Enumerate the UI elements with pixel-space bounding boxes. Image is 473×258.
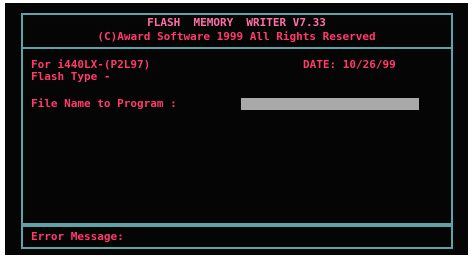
copyright-line: (C)Award Software 1999 All Rights Reserv…	[97, 30, 376, 43]
app-title: FLASH MEMORY WRITER V7.33	[147, 16, 326, 29]
error-message-label: Error Message:	[31, 230, 124, 243]
file-name-input[interactable]	[241, 98, 419, 110]
dos-screen: FLASH MEMORY WRITER V7.33 (C)Award Softw…	[5, 3, 468, 255]
file-name-label: File Name to Program :	[31, 97, 177, 110]
flash-type: Flash Type -	[31, 70, 111, 83]
date-label: DATE: 10/26/99	[303, 58, 396, 71]
